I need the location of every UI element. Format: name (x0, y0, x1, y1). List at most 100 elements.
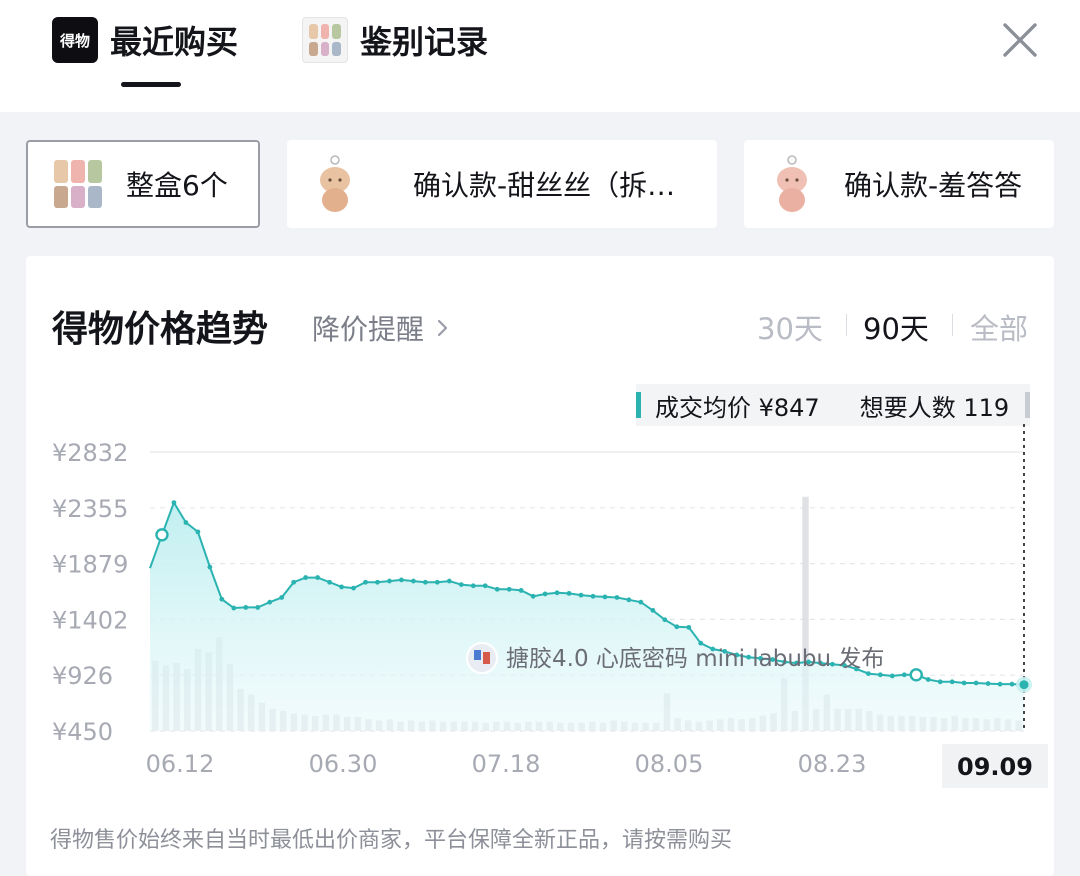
event-avatar-icon (483, 652, 490, 664)
price-point (506, 586, 512, 592)
price-point (458, 582, 464, 587)
x-tick-label: 07.18 (472, 750, 541, 778)
price-point (219, 596, 225, 602)
alert-link-label: 降价提醒 (312, 313, 425, 346)
price-point (351, 585, 356, 591)
y-tick-label: ¥1402 (52, 606, 128, 634)
tab-label: 最近购买 (110, 23, 239, 61)
price-point (363, 579, 368, 585)
y-tick-label: ¥2355 (52, 495, 128, 523)
chip-tiansisi[interactable]: 确认款-甜丝丝（拆… (287, 140, 717, 228)
price-point (937, 679, 943, 685)
price-point (925, 677, 931, 682)
range-90-days[interactable]: 90天 (863, 306, 929, 348)
tab-authentication-record[interactable]: 鉴别记录 (302, 14, 488, 66)
price-point (662, 617, 668, 623)
active-tab-indicator (121, 82, 181, 87)
y-tick-label: ¥2832 (52, 439, 128, 467)
card-title: 得物价格趋势 (52, 309, 269, 350)
price-point (961, 680, 967, 686)
price-point (375, 579, 380, 585)
chip-xiudada[interactable]: 确认款-羞答答 (744, 140, 1054, 228)
price-point (602, 594, 608, 600)
price-point (171, 500, 177, 505)
price-point (279, 595, 285, 600)
tab-recent-purchase[interactable]: 得物 最近购买 (52, 14, 238, 66)
price-point (889, 673, 895, 679)
chip-box-set[interactable]: 整盒6个 (26, 140, 260, 228)
price-point (183, 520, 189, 525)
y-tick-label: ¥1879 (52, 551, 128, 579)
figure-thumbnail-icon (320, 155, 350, 212)
price-point (207, 564, 213, 570)
price-trend-card: 得物价格趋势 降价提醒 30天 90天 全部 成交均价 ¥847 想要人数 11… (26, 256, 1054, 876)
figure-thumbnail-icon (777, 155, 807, 212)
x-tick-label: 06.12 (146, 750, 215, 778)
price-point (315, 575, 321, 580)
range-all[interactable]: 全部 (970, 306, 1028, 348)
chevron-right-icon (437, 319, 448, 337)
price-point (255, 605, 261, 610)
price-point (470, 583, 476, 589)
price-point (626, 597, 632, 603)
x-tick-label: 08.05 (635, 750, 704, 778)
price-point (195, 529, 201, 535)
price-point (327, 579, 332, 585)
top-bar: 得物 最近购买 鉴别记录 (0, 0, 1080, 112)
price-point (231, 605, 237, 611)
price-point (590, 593, 596, 599)
price-point (422, 579, 428, 585)
price-footnote: 得物售价始终来自当时最低出价商家，平台保障全新正品，请按需购买 (50, 828, 733, 853)
price-point (949, 679, 955, 685)
price-point (542, 591, 548, 597)
price-point (973, 680, 979, 686)
price-point (446, 578, 452, 584)
box-set-thumbnail-icon (48, 154, 108, 214)
close-icon[interactable] (996, 16, 1044, 64)
price-point (650, 607, 656, 613)
range-30-days[interactable]: 30天 (757, 306, 823, 348)
price-point (410, 578, 416, 584)
price-marker (155, 528, 169, 542)
tab-label: 鉴别记录 (360, 23, 489, 61)
price-point (267, 599, 273, 605)
price-point (997, 681, 1003, 687)
selected-point (1019, 680, 1029, 690)
event-avatar-icon (474, 650, 481, 660)
x-tick-label: 08.23 (798, 750, 867, 778)
price-drop-alert-link[interactable]: 降价提醒 (312, 308, 454, 348)
price-point (399, 577, 404, 583)
price-point (303, 575, 309, 580)
price-point (291, 579, 297, 585)
event-annotation: 搪胶4.0 心底密码 mini labubu 发布 (506, 646, 884, 672)
figures-thumbnail-icon (302, 17, 348, 63)
price-point (638, 599, 644, 605)
price-point (1009, 681, 1015, 687)
x-tick-label-selected: 09.09 (957, 753, 1033, 781)
price-point (518, 588, 524, 593)
price-marker (909, 668, 923, 682)
x-tick-label: 06.30 (309, 750, 378, 778)
dewu-logo-icon: 得物 (52, 17, 98, 63)
price-point (877, 672, 883, 678)
price-trend-chart[interactable]: ¥2832 ¥2355 ¥1879 ¥1402 ¥926 ¥450 搪胶4.0 心底密码 m… (26, 406, 1054, 806)
price-point (530, 593, 536, 599)
price-point (985, 681, 991, 686)
sku-selector: 整盒6个 确认款-甜丝丝（拆… 确认款-羞答答 (0, 112, 1080, 252)
price-area (150, 502, 1024, 731)
price-point (901, 672, 907, 678)
price-point (434, 579, 440, 585)
y-tick-label: ¥450 (52, 718, 113, 746)
price-point (578, 592, 584, 598)
price-point (339, 584, 344, 590)
price-point (674, 624, 680, 630)
price-point (387, 578, 392, 584)
y-tick-label: ¥926 (52, 662, 113, 690)
price-point (686, 624, 692, 630)
event-avatar-icon (466, 642, 498, 674)
chip-label: 确认款-羞答答 (844, 169, 1023, 202)
price-point (554, 590, 560, 596)
price-point (243, 605, 249, 610)
price-point (566, 590, 572, 596)
chip-label: 整盒6个 (126, 169, 228, 202)
